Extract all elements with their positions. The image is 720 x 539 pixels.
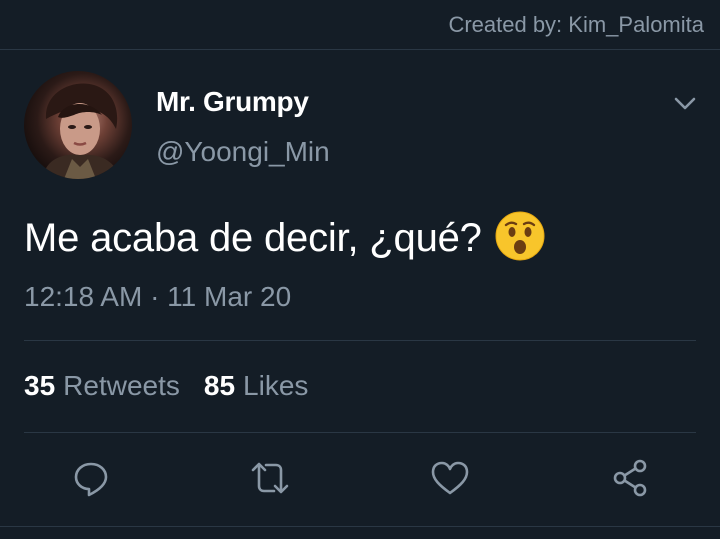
stats-top-divider — [24, 340, 696, 341]
header-divider — [0, 49, 720, 50]
tweet-body: Me acaba de decir, ¿qué? — [24, 215, 482, 260]
share-icon — [609, 457, 651, 504]
bottom-divider — [0, 526, 720, 527]
likes-count: 85 — [203, 370, 236, 401]
likes-stat[interactable]: 85 Likes — [204, 370, 309, 402]
like-button[interactable] — [425, 455, 475, 505]
avatar[interactable] — [24, 71, 132, 179]
retweets-label: Retweets — [63, 370, 180, 401]
watermark-credit: Created by: Kim_Palomita — [448, 12, 704, 37]
tweet-timestamp[interactable]: 12:18 AM · 11 Mar 20 — [24, 281, 291, 313]
retweet-button[interactable] — [245, 455, 295, 505]
likes-label: Likes — [243, 370, 309, 401]
retweet-icon — [247, 458, 293, 503]
display-name[interactable]: Mr. Grumpy — [156, 86, 309, 118]
tweet-actions-bar — [0, 455, 720, 505]
chevron-down-icon[interactable] — [672, 90, 698, 116]
share-button[interactable] — [605, 455, 655, 505]
tweet-text: Me acaba de decir, ¿qué? — [24, 210, 546, 264]
actions-top-divider — [24, 432, 696, 433]
heart-icon — [429, 458, 471, 503]
reply-icon — [71, 458, 111, 503]
user-handle[interactable]: @Yoongi_Min — [156, 136, 330, 168]
retweets-stat[interactable]: 35 Retweets — [24, 370, 180, 402]
reply-button[interactable] — [66, 455, 116, 505]
retweets-count: 35 — [24, 370, 56, 401]
hushed-face-emoji — [494, 210, 546, 262]
tweet-stats: 35 Retweets 85 Likes — [24, 370, 308, 402]
